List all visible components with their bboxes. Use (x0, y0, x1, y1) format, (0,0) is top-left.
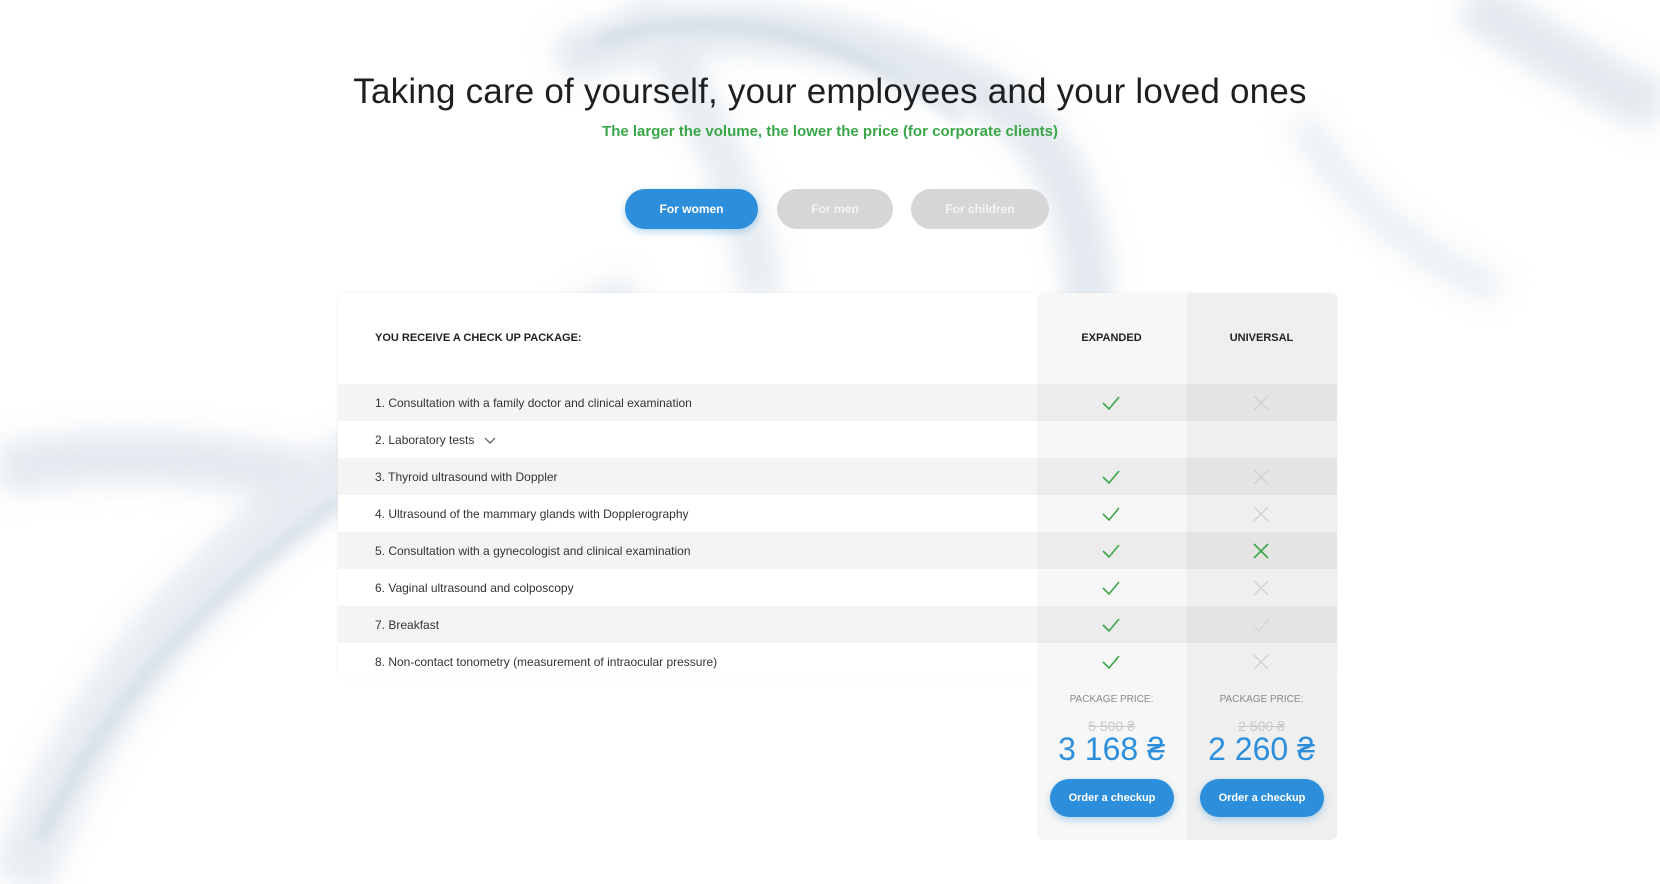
column-header-universal: UNIVERSAL (1229, 332, 1294, 344)
cross-icon (1253, 395, 1269, 411)
cross-icon-green (1253, 543, 1269, 559)
check-icon (1102, 544, 1120, 559)
check-icon (1102, 581, 1120, 596)
table-row: 1. Consultation with a family doctor and… (338, 384, 1337, 421)
order-universal-button[interactable]: Order a checkup (1200, 779, 1324, 817)
cross-icon (1253, 506, 1269, 522)
check-icon-faded (1252, 618, 1270, 632)
page: Taking care of yourself, your employees … (0, 0, 1660, 884)
row-label: 7. Breakfast (375, 618, 440, 632)
column-header-expanded: EXPANDED (1081, 332, 1142, 344)
row-label: 1. Consultation with a family doctor and… (375, 396, 692, 410)
order-expanded-button[interactable]: Order a checkup (1050, 779, 1174, 817)
row-label: 6. Vaginal ultrasound and colposcopy (375, 581, 574, 595)
check-icon (1102, 396, 1120, 411)
expanded-price-label: PACKAGE PRICE: (1069, 694, 1154, 705)
chevron-down-icon[interactable] (484, 437, 496, 445)
row-label: 2. Laboratory tests (375, 433, 496, 447)
table-row: 3. Thyroid ultrasound with Doppler (338, 458, 1337, 495)
table-row-laboratory-tests[interactable]: 2. Laboratory tests (338, 421, 1337, 458)
table-row: 5. Consultation with a gynecologist and … (338, 532, 1337, 569)
check-icon (1102, 618, 1120, 633)
tab-for-men[interactable]: For men (777, 189, 893, 229)
row-label: 3. Thyroid ultrasound with Doppler (375, 470, 558, 484)
tab-for-women[interactable]: For women (625, 189, 758, 229)
table-heading: YOU RECEIVE A CHECK UP PACKAGE: (375, 332, 582, 344)
universal-price: 2 260 ₴ (1208, 731, 1315, 767)
table-row: 6. Vaginal ultrasound and colposcopy (338, 569, 1337, 606)
check-icon (1102, 655, 1120, 670)
audience-tabs: For women For men For children (0, 189, 1660, 229)
check-icon (1102, 507, 1120, 522)
row-label: 4. Ultrasound of the mammary glands with… (375, 507, 689, 521)
check-icon (1102, 470, 1120, 485)
cross-icon (1253, 580, 1269, 596)
cross-icon (1253, 654, 1269, 670)
row-label: 5. Consultation with a gynecologist and … (375, 544, 691, 558)
expanded-price: 3 168 ₴ (1058, 731, 1165, 767)
row-label: 8. Non-contact tonometry (measurement of… (375, 655, 718, 669)
package-rows: 1. Consultation with a family doctor and… (338, 384, 1337, 680)
page-subtitle: The larger the volume, the lower the pri… (602, 123, 1058, 140)
table-row: 8. Non-contact tonometry (measurement of… (338, 643, 1337, 680)
page-title: Taking care of yourself, your employees … (353, 72, 1307, 111)
cross-icon (1253, 469, 1269, 485)
table-row: 4. Ultrasound of the mammary glands with… (338, 495, 1337, 532)
universal-price-label: PACKAGE PRICE: (1219, 694, 1304, 705)
tab-for-children[interactable]: For children (911, 189, 1049, 229)
row-label-text: 2. Laboratory tests (375, 433, 475, 447)
table-row: 7. Breakfast (338, 606, 1337, 643)
